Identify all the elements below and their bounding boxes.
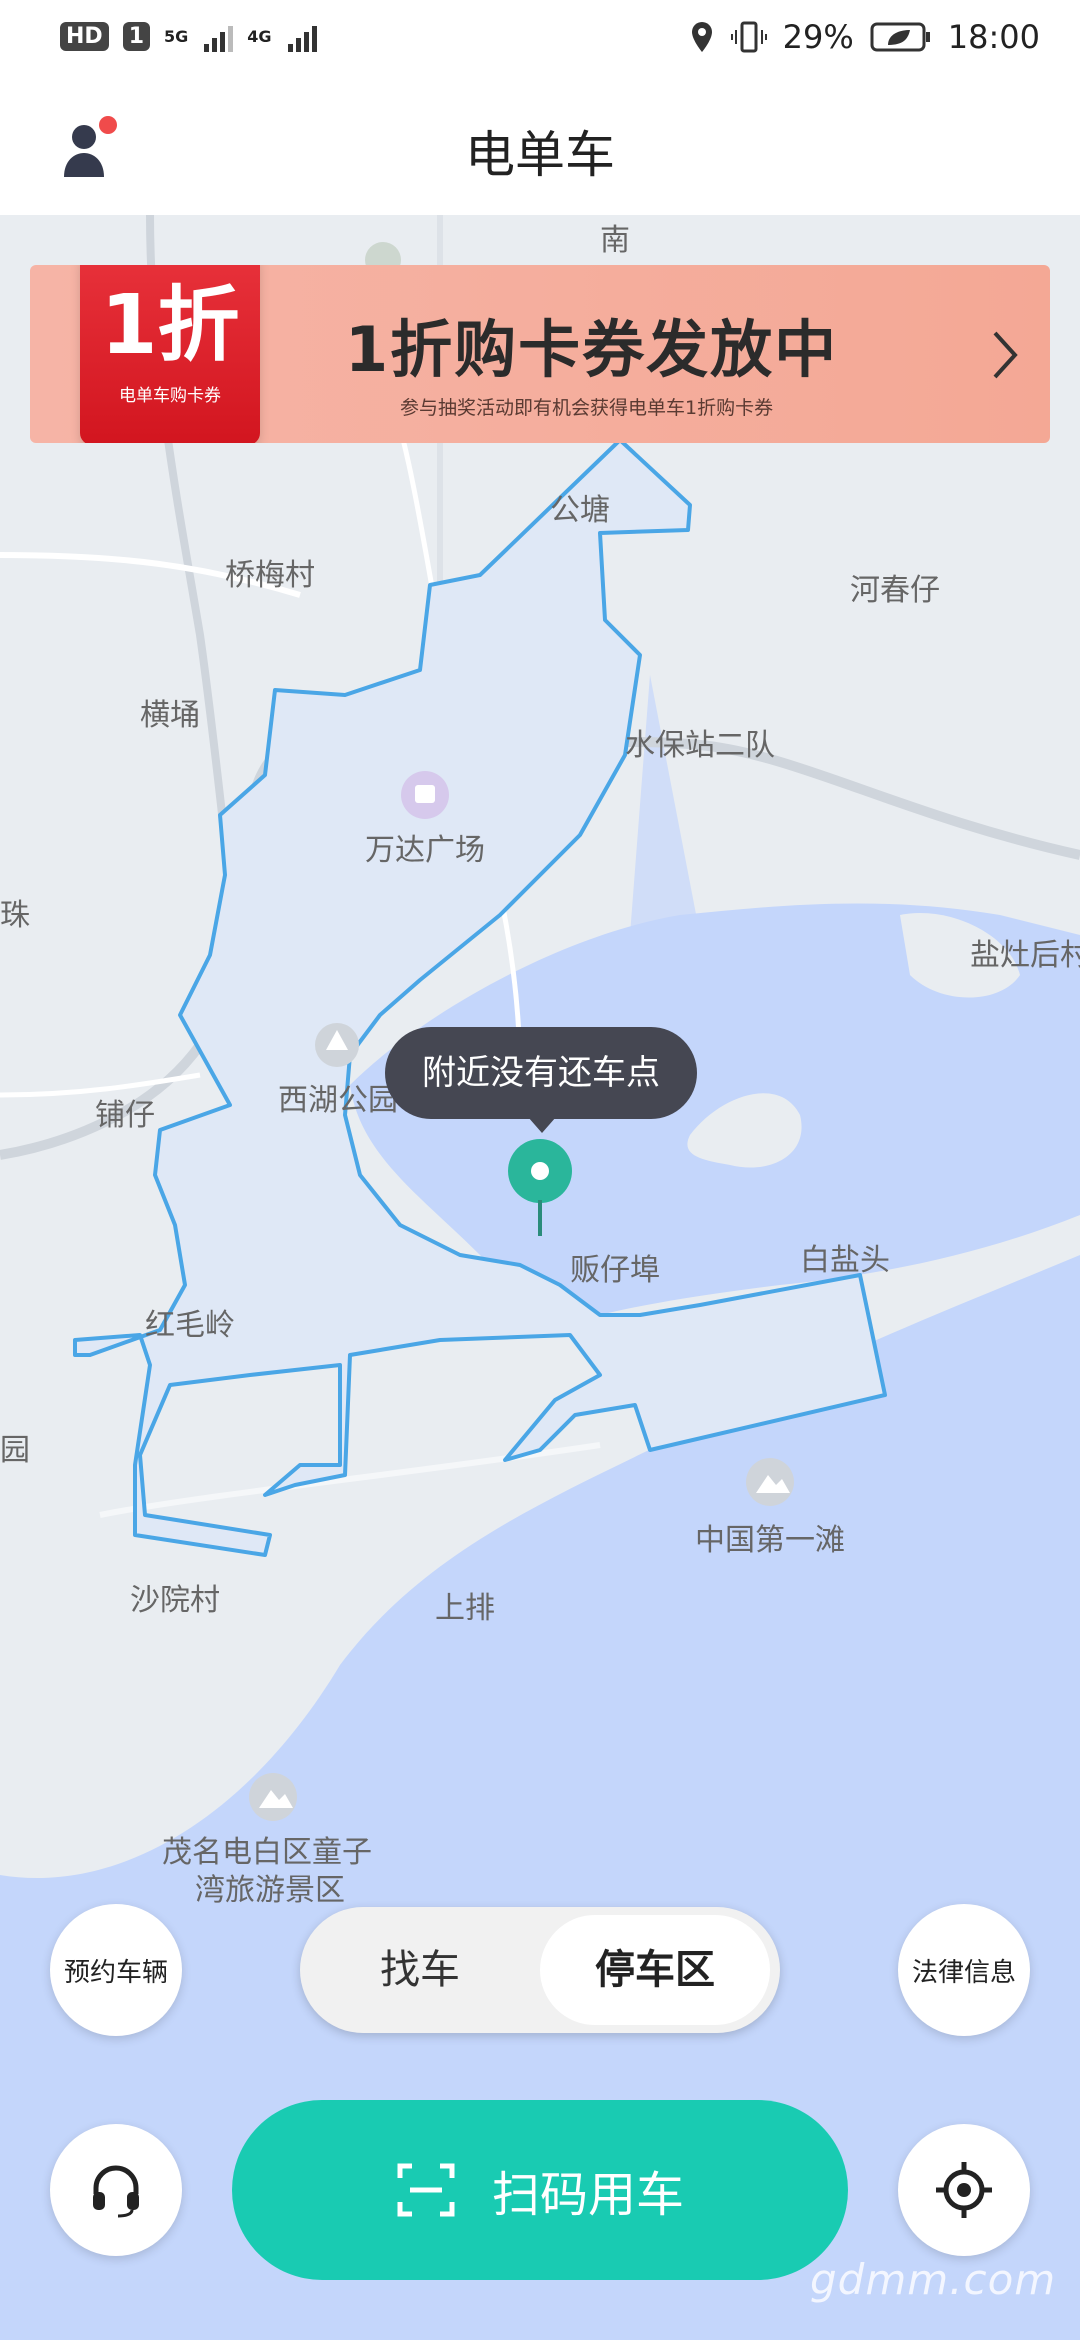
vibrate-icon	[730, 21, 767, 53]
signal-icon	[287, 20, 317, 52]
coupon-badge: 1折 电单车购卡券	[80, 265, 260, 443]
place-label: 横埇	[140, 698, 200, 733]
network-4g-label: 4G	[247, 26, 272, 46]
reserve-vehicle-label: 预约车辆	[63, 1957, 168, 1988]
tab-parking-zone[interactable]: 停车区	[540, 1915, 770, 2025]
place-label: 贩仔埠	[570, 1253, 660, 1288]
place-label: 公塘	[550, 493, 610, 528]
place-label: 上排	[435, 1591, 495, 1626]
battery-saver-icon	[870, 22, 930, 52]
watermark: gdmm.com	[810, 2255, 1057, 2304]
tooltip-tail	[528, 1117, 556, 1133]
legal-info-label: 法律信息	[911, 1957, 1016, 1988]
promo-banner[interactable]: 1折 电单车购卡券 1折购卡券发放中 参与抽奖活动即有机会获得电单车1折购卡券	[30, 265, 1050, 443]
place-label: 园	[0, 1433, 30, 1468]
reserve-vehicle-button[interactable]: 预约车辆	[50, 1904, 182, 2036]
battery-percent: 29%	[782, 18, 854, 56]
tab-find-bike[interactable]: 找车	[320, 1907, 520, 2033]
mall-icon	[401, 771, 449, 819]
place-label: 万达广场	[365, 833, 485, 868]
locate-me-button[interactable]	[898, 2124, 1030, 2256]
sim-slot-badge: 1	[122, 21, 150, 51]
mode-switch[interactable]: 找车 停车区	[300, 1907, 780, 2033]
scan-to-ride-button[interactable]: 扫码用车	[232, 2100, 848, 2280]
place-label: 珠	[0, 898, 30, 933]
place-label: 水保站二队	[625, 728, 775, 763]
place-label: 桥梅村	[225, 558, 315, 593]
place-label: 铺仔	[95, 1098, 155, 1133]
network-5g-label: 5G	[164, 26, 189, 46]
chevron-right-icon	[993, 331, 1018, 379]
coupon-caption: 电单车购卡券	[119, 386, 221, 406]
map-tooltip: 附近没有还车点	[385, 1027, 697, 1119]
place-label: 白盐头	[800, 1243, 890, 1278]
place-label: 西湖公园	[278, 1083, 398, 1118]
place-label: 红毛岭	[145, 1308, 235, 1343]
coupon-discount: 1折	[100, 278, 240, 373]
scenic-icon	[249, 1773, 297, 1821]
place-label: 盐灶后村	[970, 938, 1080, 973]
location-icon	[691, 22, 712, 52]
park-icon	[315, 1023, 359, 1067]
clock: 18:00	[947, 18, 1040, 56]
headset-icon	[93, 2165, 139, 2218]
place-label: 河春仔	[850, 573, 940, 608]
signal-icon	[204, 20, 234, 52]
customer-service-button[interactable]	[50, 2124, 182, 2256]
place-label: 南	[600, 223, 630, 258]
crosshair-icon	[936, 2162, 992, 2218]
scan-icon	[397, 2163, 455, 2217]
place-label: 中国第一滩	[695, 1523, 845, 1558]
page-title: 电单车	[465, 126, 615, 184]
hd-badge: HD	[60, 21, 109, 51]
banner-subtitle: 参与抽奖活动即有机会获得电单车1折购卡券	[400, 397, 774, 419]
scan-to-ride-label: 扫码用车	[491, 2167, 684, 2223]
banner-title: 1折购卡券发放中	[345, 313, 839, 386]
scenic-icon	[746, 1458, 794, 1506]
app-header: 电单车	[0, 80, 1080, 216]
location-pin-icon	[508, 1139, 572, 1236]
legal-info-button[interactable]: 法律信息	[898, 1904, 1030, 2036]
place-label: 湾旅游景区	[195, 1873, 345, 1908]
place-label: 沙院村	[130, 1583, 220, 1618]
status-bar: HD 1 5G 4G 29% 18:00	[0, 0, 1080, 80]
